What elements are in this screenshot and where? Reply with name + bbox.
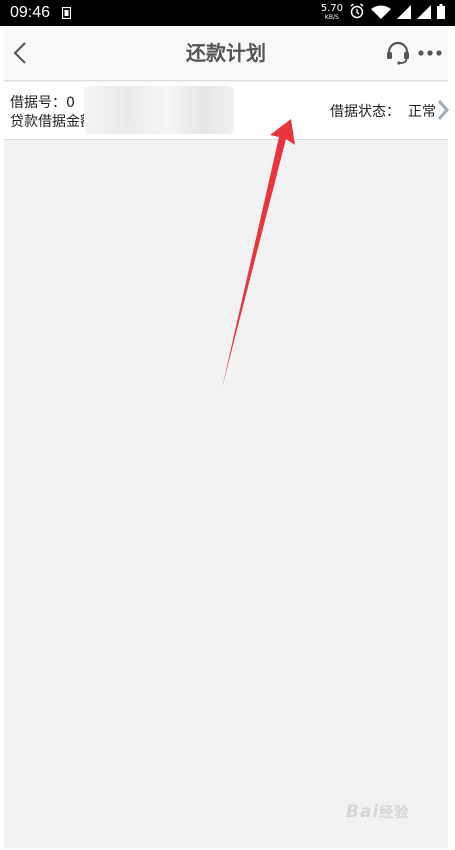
- signal-icon: [417, 4, 431, 23]
- back-button[interactable]: [10, 40, 32, 66]
- more-dots-icon: [418, 50, 442, 56]
- more-button[interactable]: [418, 40, 442, 66]
- status-right: 5.70 KB/S: [321, 3, 445, 23]
- loan-number-value: 0: [66, 95, 75, 111]
- sim-card-icon: [61, 4, 72, 23]
- page-title: 还款计划: [186, 41, 266, 65]
- loan-status: 借据状态： 正常: [330, 101, 436, 121]
- alarm-icon: [349, 3, 365, 23]
- status-bar: 09:46 5.70 KB/S: [0, 0, 455, 26]
- chevron-left-icon: [13, 42, 26, 64]
- loan-number-row: 借据号：0: [10, 92, 75, 112]
- watermark-text: Bai: [346, 802, 380, 822]
- watermark: Bai经验: [346, 802, 409, 822]
- customer-service-button[interactable]: [386, 40, 410, 66]
- net-speed: 5.70 KB/S: [321, 4, 343, 22]
- battery-icon: [437, 3, 445, 23]
- watermark-text-2: 经验: [379, 805, 410, 821]
- status-time: 09:46: [10, 4, 51, 21]
- loan-status-value: 正常: [408, 104, 436, 120]
- loan-number-label: 借据号：: [10, 95, 66, 111]
- status-left: 09:46: [10, 4, 72, 23]
- chevron-right-icon: [436, 98, 450, 122]
- signal-icon: [397, 4, 411, 23]
- net-speed-unit: KB/S: [324, 14, 339, 21]
- nav-bar: 还款计划: [4, 26, 448, 81]
- loan-status-label: 借据状态：: [330, 104, 400, 120]
- net-speed-value: 5.70: [320, 3, 343, 14]
- headset-icon: [387, 41, 409, 65]
- wifi-icon: [371, 4, 391, 23]
- redaction-blur: [84, 86, 234, 134]
- app-frame: 还款计划 借据号：0 贷款借据金额： 借据状态： 正常: [4, 26, 450, 848]
